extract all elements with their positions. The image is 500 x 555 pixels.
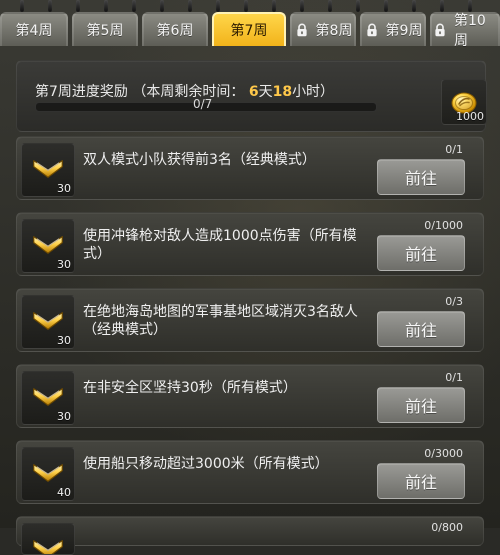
- hours-unit: 小时）: [292, 84, 335, 100]
- chevron-badge-icon: [33, 540, 63, 554]
- binder-ring: [300, 0, 304, 12]
- remaining-days: 6: [248, 84, 259, 100]
- binder-ring: [188, 0, 192, 12]
- binder-ring: [48, 0, 52, 12]
- task-reward-quantity: 30: [57, 182, 71, 195]
- binder-ring: [412, 0, 416, 12]
- task-row: 30 双人模式小队获得前3名（经典模式） 0/1 前往: [16, 136, 484, 200]
- binder-ring: [272, 0, 276, 12]
- binder-ring: [384, 0, 388, 12]
- tab-week-6[interactable]: 第6周: [142, 12, 208, 46]
- lock-icon: [432, 22, 448, 38]
- binder-ring: [216, 0, 220, 12]
- tab-week-9[interactable]: 第9周: [360, 12, 426, 46]
- tab-week-5[interactable]: 第5周: [72, 12, 138, 46]
- task-reward-badge: 30: [21, 371, 75, 425]
- task-row: 40 使用船只移动超过3000米（所有模式） 0/3000 前往: [16, 440, 484, 504]
- binder-ring: [132, 0, 136, 12]
- tab-week-10[interactable]: 第10周: [430, 12, 500, 49]
- task-reward-badge: 30: [21, 295, 75, 349]
- goto-button[interactable]: 前往: [377, 311, 465, 347]
- tab-label: 第10周: [454, 13, 486, 49]
- week-tabs: 第4周 第5周 第6周 第7周 第8周 第9周 第10周: [0, 0, 500, 52]
- task-description: 双人模式小队获得前3名（经典模式）: [83, 152, 316, 168]
- weekly-progress-text: 0/7: [193, 97, 213, 111]
- tab-week-7[interactable]: 第7周: [212, 12, 286, 46]
- task-reward-quantity: 30: [57, 334, 71, 347]
- weekly-progress-header: 第7周进度奖励 （本周剩余时间： 6天18小时） 0/7 1000: [16, 60, 487, 132]
- tab-label: 第6周: [156, 23, 194, 39]
- task-description: 使用船只移动超过3000米（所有模式）: [83, 456, 329, 472]
- tab-label: 第7周: [230, 23, 268, 39]
- goto-button[interactable]: 前往: [377, 463, 465, 499]
- goto-button[interactable]: 前往: [377, 235, 465, 271]
- binder-ring: [440, 0, 444, 12]
- binder-ring: [160, 0, 164, 12]
- binder-ring: [244, 0, 248, 12]
- weekly-progress-title: 第7周进度奖励 （本周剩余时间： 6天18小时）: [35, 81, 334, 101]
- remaining-hours: 18: [272, 84, 293, 100]
- lock-icon: [364, 22, 380, 38]
- binder-ring: [104, 0, 108, 12]
- lock-icon: [294, 22, 310, 38]
- task-list: 30 双人模式小队获得前3名（经典模式） 0/1 前往 30 使用冲锋枪对敌人造…: [16, 136, 484, 555]
- binder-ring: [76, 0, 80, 12]
- tab-week-8[interactable]: 第8周: [290, 12, 356, 46]
- tab-week-4[interactable]: 第4周: [0, 12, 68, 46]
- remaining-label: （本周剩余时间：: [132, 84, 245, 100]
- task-reward-badge: 40: [21, 447, 75, 501]
- task-reward-quantity: 40: [57, 486, 71, 499]
- task-progress: 0/1000: [424, 219, 463, 232]
- binder-ring: [356, 0, 360, 12]
- task-row: 30 在非安全区坚持30秒（所有模式） 0/1 前往: [16, 364, 484, 428]
- tab-label: 第4周: [15, 23, 53, 39]
- task-reward-quantity: 30: [57, 258, 71, 271]
- task-reward-badge: 30: [21, 219, 75, 273]
- task-reward-badge: 30: [21, 143, 75, 197]
- tab-label: 第8周: [315, 23, 353, 39]
- task-progress: 0/1: [445, 371, 463, 384]
- weekly-reward[interactable]: 1000: [441, 79, 487, 125]
- title-prefix: 第7周进度奖励: [35, 84, 128, 100]
- task-description: 在绝地海岛地图的军事基地区域消灭3名敌人（经典模式）: [83, 304, 358, 338]
- goto-button[interactable]: 前往: [377, 159, 465, 195]
- task-row: 0/800: [16, 516, 484, 555]
- task-reward-quantity: 30: [57, 410, 71, 423]
- binder-ring: [20, 0, 24, 12]
- task-progress: 0/3000: [424, 447, 463, 460]
- binder-rings: [0, 0, 500, 12]
- days-unit: 天: [258, 84, 273, 100]
- task-progress: 0/3: [445, 295, 463, 308]
- task-row: 30 在绝地海岛地图的军事基地区域消灭3名敌人（经典模式） 0/3 前往: [16, 288, 484, 352]
- task-row: 30 使用冲锋枪对敌人造成1000点伤害（所有模式） 0/1000 前往: [16, 212, 484, 276]
- reward-quantity: 1000: [456, 110, 484, 123]
- tab-label: 第9周: [385, 23, 423, 39]
- tab-label: 第5周: [86, 23, 124, 39]
- binder-ring: [328, 0, 332, 12]
- task-progress: 0/1: [445, 143, 463, 156]
- task-description: 在非安全区坚持30秒（所有模式）: [83, 380, 297, 396]
- task-description: 使用冲锋枪对敌人造成1000点伤害（所有模式）: [83, 228, 357, 262]
- goto-button[interactable]: 前往: [377, 387, 465, 423]
